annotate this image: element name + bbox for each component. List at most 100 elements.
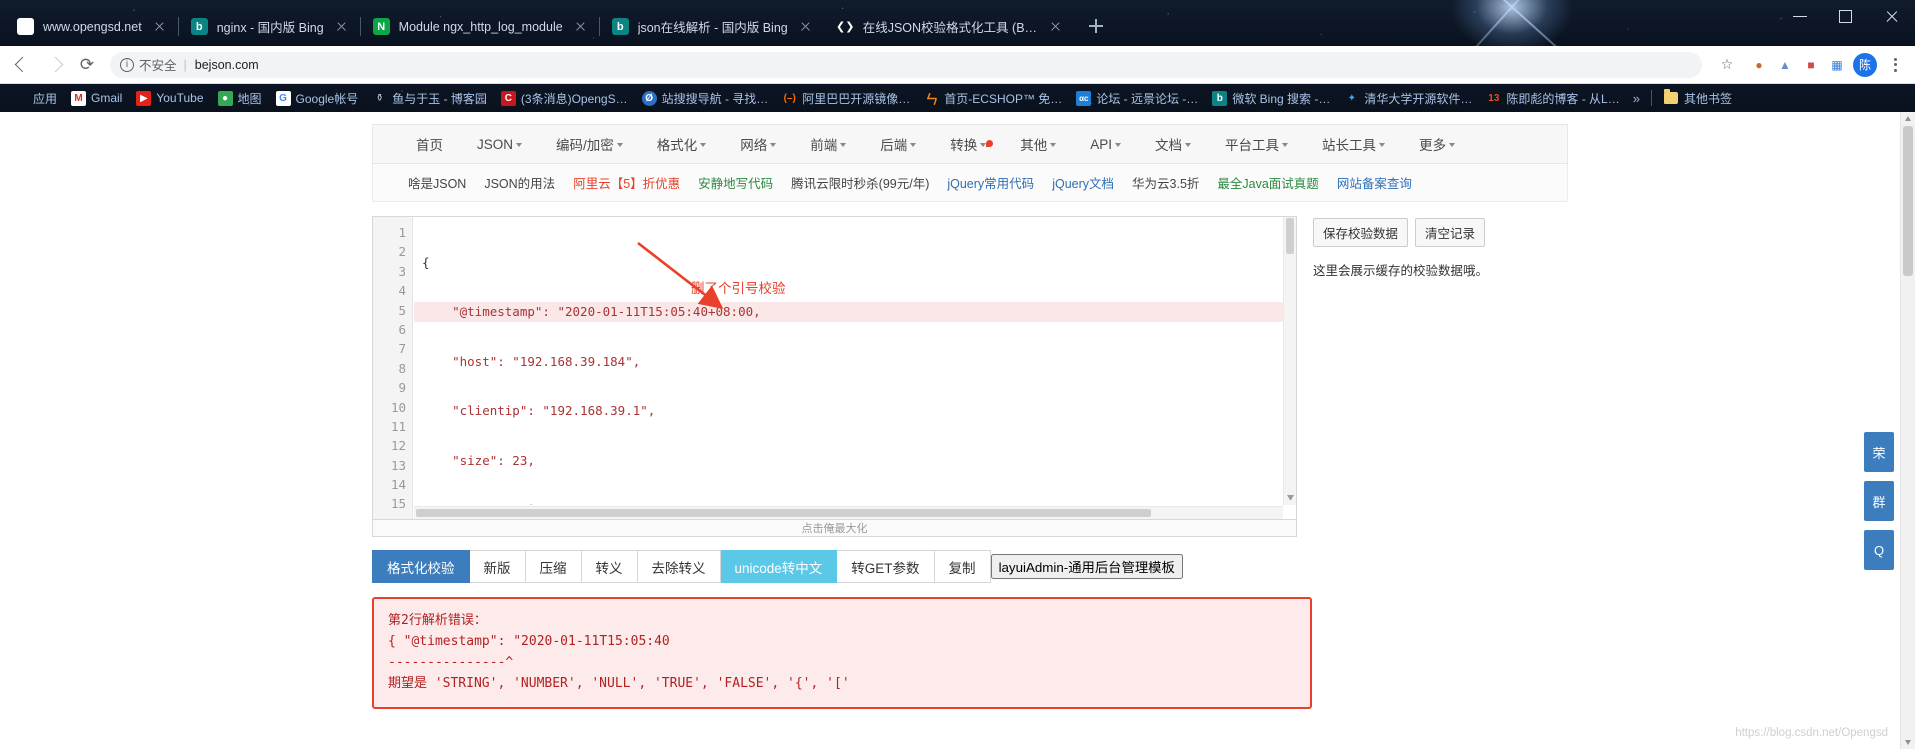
nav-item-webmaster-tools[interactable]: 站长工具 xyxy=(1305,134,1402,154)
subnav-item-quiet-coding[interactable]: 安静地写代码 xyxy=(689,173,782,192)
apps-grid-icon xyxy=(13,91,28,106)
subnav-item-icp-lookup[interactable]: 网站备案查询 xyxy=(1328,173,1421,192)
format-validate-button[interactable]: 格式化校验 xyxy=(372,550,470,583)
bookmark-zhansousou[interactable]: Ø 站搜搜导航 - 寻找… xyxy=(635,88,776,109)
bookmark-label: 站搜搜导航 - 寻找… xyxy=(661,91,769,106)
nav-item-convert[interactable]: 转换 xyxy=(933,134,1003,154)
close-icon[interactable] xyxy=(333,18,350,35)
bookmark-cnblogs[interactable]: ⚱ 鱼与于玉 - 博客园 xyxy=(365,88,494,109)
unescape-button[interactable]: 去除转义 xyxy=(637,550,721,583)
nav-item-home[interactable]: 首页 xyxy=(399,134,460,154)
bookmark-gmail[interactable]: M Gmail xyxy=(64,89,129,108)
bookmarks-overflow-icon[interactable]: » xyxy=(1627,91,1646,106)
compress-button[interactable]: 压缩 xyxy=(525,550,582,583)
bookmark-star-icon[interactable]: ☆ xyxy=(1712,50,1742,80)
scroll-thumb[interactable] xyxy=(1903,126,1913,276)
nav-item-more[interactable]: 更多 xyxy=(1402,134,1472,154)
scroll-thumb[interactable] xyxy=(1286,218,1294,254)
scroll-up-icon[interactable] xyxy=(1905,116,1911,121)
close-icon[interactable] xyxy=(797,18,814,35)
new-version-button[interactable]: 新版 xyxy=(469,550,526,583)
subnav-item-what-is-json[interactable]: 啥是JSON xyxy=(399,173,475,192)
info-circle-icon[interactable]: i xyxy=(120,57,134,72)
json-editor[interactable]: 1 2 3 4 5 6 7 8 9 10 11 12 13 14 15 {"@… xyxy=(372,216,1297,520)
browser-tab-opengsd[interactable]: Ⓢ www.opengsd.net xyxy=(4,7,179,46)
subnav-item-java-interview[interactable]: 最全Java面试真题 xyxy=(1208,173,1327,192)
extension-icon-3[interactable]: ■ xyxy=(1798,52,1824,78)
browser-tab-json-bing[interactable]: b json在线解析 - 国内版 Bing xyxy=(599,7,824,46)
escape-button[interactable]: 转义 xyxy=(581,550,638,583)
rail-button-qq[interactable]: Q xyxy=(1864,530,1894,570)
maps-icon: ● xyxy=(217,90,233,106)
editor-maximize-hint[interactable]: 点击俺最大化 xyxy=(372,520,1297,537)
nav-label: 格式化 xyxy=(656,138,698,153)
nav-item-platform-tools[interactable]: 平台工具 xyxy=(1208,134,1305,154)
close-icon[interactable] xyxy=(151,18,168,35)
bookmark-tuna[interactable]: ✦ 清华大学开源软件… xyxy=(1337,88,1479,109)
subnav-item-huawei-cloud[interactable]: 华为云3.5折 xyxy=(1123,173,1208,192)
extension-icon-2[interactable]: ▲ xyxy=(1772,52,1798,78)
bookmark-other-folder[interactable]: 其他书签 xyxy=(1657,88,1739,109)
scroll-down-icon[interactable] xyxy=(1905,740,1911,745)
browser-tab-ngx-log-module[interactable]: N Module ngx_http_log_module xyxy=(360,7,600,46)
close-window-button[interactable] xyxy=(1869,0,1915,32)
nav-item-frontend[interactable]: 前端 xyxy=(793,134,863,154)
nav-item-network[interactable]: 网络 xyxy=(723,134,793,154)
rail-button-qun[interactable]: 群 xyxy=(1864,481,1894,521)
bookmark-51cto-blog[interactable]: 13 陈即彪的博客 - 从L… xyxy=(1479,88,1626,109)
watermark-text: https://blog.csdn.net/Opengsd xyxy=(1735,727,1888,739)
bookmark-bing[interactable]: b 微软 Bing 搜索 -… xyxy=(1205,88,1337,109)
bookmark-alibaba-mirror[interactable]: (–) 阿里巴巴开源镜像… xyxy=(775,88,917,109)
bookmark-google-account[interactable]: G Google帐号 xyxy=(269,88,366,109)
editor-horizontal-scrollbar[interactable] xyxy=(414,506,1283,519)
page-scrollbar[interactable] xyxy=(1900,112,1915,749)
bookmark-label: 首页-ECSHOP™ 免… xyxy=(944,91,1063,106)
reload-button[interactable]: ⟳ xyxy=(72,50,102,80)
close-icon[interactable] xyxy=(1047,18,1064,35)
nav-item-json[interactable]: JSON xyxy=(460,137,539,152)
clear-records-button[interactable]: 清空记录 xyxy=(1415,218,1486,247)
save-validation-data-button[interactable]: 保存校验数据 xyxy=(1313,218,1409,247)
scroll-thumb[interactable] xyxy=(416,509,1151,517)
bookmark-pcbeta[interactable]: αc 论坛 - 远景论坛 -… xyxy=(1069,88,1205,109)
subnav-item-tencent-cloud[interactable]: 腾讯云限时秒杀(99元/年) xyxy=(782,173,938,192)
subnav-item-json-usage[interactable]: JSON的用法 xyxy=(475,173,564,192)
address-bar[interactable]: i 不安全 | bejson.com xyxy=(110,51,1702,78)
subnav-item-aliyun-promo[interactable]: 阿里云【5】折优惠 xyxy=(564,173,689,192)
close-icon[interactable] xyxy=(572,18,589,35)
bookmark-maps[interactable]: ● 地图 xyxy=(211,88,269,109)
profile-avatar[interactable]: 陈 xyxy=(1853,52,1877,77)
json-code-content[interactable]: { "@timestamp": "2020-01-11T15:05:40+08:… xyxy=(414,217,1283,505)
minimize-button[interactable] xyxy=(1777,0,1823,32)
copy-button[interactable]: 复制 xyxy=(934,550,991,583)
browser-tab-bejson-active[interactable]: ❮❯ 在线JSON校验格式化工具 (Be… xyxy=(824,7,1074,46)
new-tab-button[interactable] xyxy=(1081,11,1111,41)
chrome-menu-button[interactable] xyxy=(1883,57,1907,72)
security-status-label: 不安全 xyxy=(139,59,177,73)
scroll-down-icon[interactable] xyxy=(1287,495,1294,502)
bookmark-apps[interactable]: 应用 xyxy=(6,88,64,109)
forward-button[interactable] xyxy=(40,50,70,80)
nav-item-backend[interactable]: 后端 xyxy=(863,134,933,154)
bookmark-csdn[interactable]: C (3条消息)OpengS… xyxy=(494,88,635,109)
subnav-item-jquery-docs[interactable]: jQuery文档 xyxy=(1043,173,1123,192)
nav-item-other[interactable]: 其他 xyxy=(1003,134,1073,154)
editor-vertical-scrollbar[interactable] xyxy=(1283,217,1296,505)
nav-item-format[interactable]: 格式化 xyxy=(640,134,724,154)
layui-admin-promo-button[interactable]: layuiAdmin-通用后台管理模板 xyxy=(990,554,1183,579)
to-get-params-button[interactable]: 转GET参数 xyxy=(837,550,935,583)
nav-item-api[interactable]: API xyxy=(1073,137,1138,152)
nav-label: 网络 xyxy=(740,138,768,153)
subnav-item-jquery-snippets[interactable]: jQuery常用代码 xyxy=(938,173,1043,192)
maximize-button[interactable] xyxy=(1823,0,1869,32)
back-button[interactable] xyxy=(8,50,38,80)
extension-icon-4[interactable]: ▦ xyxy=(1824,52,1850,78)
nav-item-docs[interactable]: 文档 xyxy=(1138,134,1208,154)
unicode-to-chinese-button[interactable]: unicode转中文 xyxy=(720,550,838,583)
nav-item-encoding[interactable]: 编码/加密 xyxy=(539,134,640,154)
bookmark-youtube[interactable]: ▶ YouTube xyxy=(129,89,210,108)
bookmark-ecshop[interactable]: ㄣ 首页-ECSHOP™ 免… xyxy=(917,88,1069,109)
browser-tab-nginx-bing[interactable]: b nginx - 国内版 Bing xyxy=(178,7,361,46)
extension-icon-1[interactable]: ● xyxy=(1746,52,1772,78)
rail-button-rong[interactable]: 荣 xyxy=(1864,432,1894,472)
